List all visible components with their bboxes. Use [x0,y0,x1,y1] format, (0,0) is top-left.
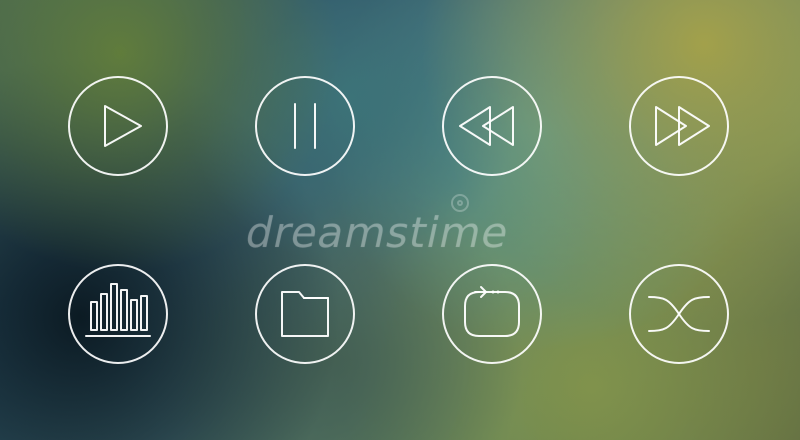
fast-forward-icon [655,106,710,146]
pause-button[interactable] [255,76,355,176]
equalizer-button[interactable] [68,264,168,364]
folder-icon [281,291,329,337]
rewind-icon [459,106,514,146]
rewind-button[interactable] [442,76,542,176]
play-button[interactable] [68,76,168,176]
repeat-icon [464,286,520,337]
repeat-button[interactable] [442,264,542,364]
fast-forward-button[interactable] [629,76,729,176]
shuffle-icon [648,296,710,332]
folder-button[interactable] [255,264,355,364]
watermark-text: dreamstime [241,208,515,257]
pause-icon [294,103,316,149]
play-icon [104,105,142,147]
shuffle-button[interactable] [629,264,729,364]
equalizer-icon [85,283,151,337]
